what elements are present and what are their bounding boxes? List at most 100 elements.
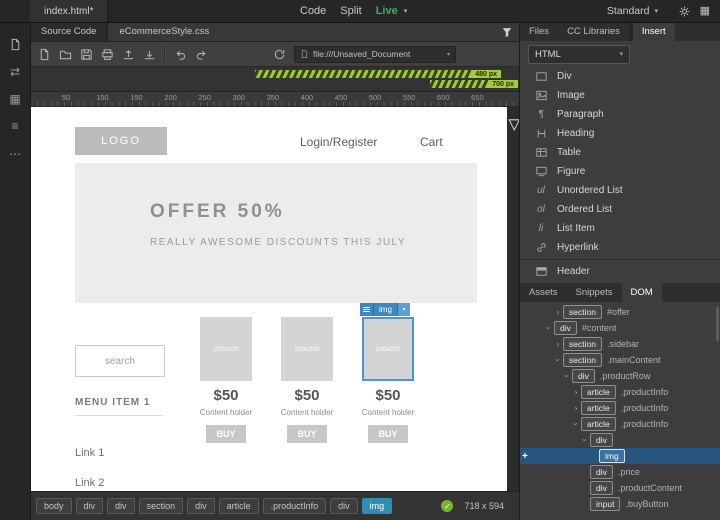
filter-icon[interactable] [501, 26, 513, 38]
disclosure-icon[interactable]: › [571, 387, 581, 397]
insert-item-paragraph[interactable]: ¶ Paragraph [520, 105, 720, 124]
tab-snippets[interactable]: Snippets [567, 283, 622, 302]
product-image-placeholder[interactable]: 200x200 [281, 317, 333, 381]
print-icon[interactable] [101, 48, 114, 61]
sidebar-link-2[interactable]: Link 2 [75, 477, 104, 489]
redo-icon[interactable] [195, 48, 208, 61]
dom-row[interactable]: › div [520, 432, 720, 448]
search-input[interactable]: search [75, 345, 165, 377]
chevron-down-icon[interactable]: ▾ [447, 51, 450, 58]
dom-row[interactable]: › section #offer [520, 304, 720, 320]
refresh-icon[interactable] [273, 48, 286, 61]
split-view-button[interactable]: Split [340, 5, 361, 17]
disclosure-icon[interactable]: › [544, 323, 554, 333]
insert-item-image[interactable]: Image [520, 86, 720, 105]
css-file-tab[interactable]: eCommerceStyle.css [108, 26, 220, 37]
open-folder-icon[interactable] [59, 48, 72, 61]
disclosure-icon[interactable]: › [580, 435, 590, 445]
dom-row[interactable]: › section .sidebar [520, 336, 720, 352]
dom-row[interactable]: div .price [520, 464, 720, 480]
tag-chip-selected[interactable]: img [361, 498, 393, 514]
menu-item[interactable]: MENU ITEM 1 [75, 397, 163, 416]
insert-category-dropdown[interactable]: HTML ▾ [528, 44, 630, 64]
insert-item-div[interactable]: Div [520, 67, 720, 86]
tag-chip[interactable]: article [218, 498, 259, 514]
media-query-480[interactable]: 480 px [255, 70, 501, 78]
workspace-switcher[interactable]: Standard ▾ [607, 0, 658, 22]
dom-row[interactable]: input .buyButton [520, 496, 720, 512]
tag-chip[interactable]: .productInfo [262, 498, 327, 514]
dom-row[interactable]: › article .productInfo [520, 400, 720, 416]
insert-item-heading[interactable]: Heading [520, 124, 720, 143]
login-register-link[interactable]: Login/Register [300, 135, 377, 149]
product-card[interactable]: 200x200 $50 Content holder BUY [281, 315, 333, 443]
grid-view-icon[interactable]: ▦ [9, 93, 20, 105]
add-element-icon[interactable]: + [522, 451, 528, 462]
tag-chip[interactable]: body [36, 498, 72, 514]
tab-insert[interactable]: Insert [632, 22, 675, 41]
tab-dom[interactable]: DOM [621, 283, 662, 302]
transfer-icon[interactable]: ⇄ [10, 66, 20, 78]
product-card[interactable]: 200x200 $50 Content holder BUY [200, 315, 252, 443]
hud-menu-icon[interactable] [360, 303, 373, 316]
code-view-button[interactable]: Code [300, 5, 326, 17]
dom-row[interactable]: › section .mainContent [520, 352, 720, 368]
disclosure-icon[interactable]: › [571, 403, 581, 413]
save-icon[interactable] [80, 48, 93, 61]
offer-section[interactable]: OFFER 50% REALLY AWESOME DISCOUNTS THIS … [75, 163, 477, 303]
insert-item-table[interactable]: Table [520, 143, 720, 162]
disclosure-icon[interactable]: › [571, 419, 581, 429]
product-image-placeholder[interactable]: 200x200 [200, 317, 252, 381]
product-image-placeholder-selected[interactable]: 200x200 [362, 317, 414, 381]
dom-row[interactable]: › article .productInfo [520, 384, 720, 400]
source-code-tab[interactable]: Source Code [30, 22, 109, 41]
address-bar[interactable]: file:///Unsaved_Document ▾ [294, 45, 456, 63]
tab-cc-libraries[interactable]: CC Libraries [558, 22, 629, 41]
tag-chip[interactable]: div [330, 498, 358, 514]
tab-assets[interactable]: Assets [520, 283, 567, 302]
sidebar-link-1[interactable]: Link 1 [75, 447, 104, 459]
more-tools-icon[interactable]: ⋯ [9, 147, 21, 161]
disclosure-icon[interactable]: › [553, 339, 563, 349]
undo-icon[interactable] [174, 48, 187, 61]
live-view-button[interactable]: Live [376, 5, 398, 17]
new-file-icon[interactable] [38, 48, 51, 61]
dom-row[interactable]: › div .productRow [520, 368, 720, 384]
upload-icon[interactable] [122, 48, 135, 61]
tag-chip[interactable]: div [75, 498, 104, 514]
insert-item-unordered-list[interactable]: ul Unordered List [520, 181, 720, 200]
insert-item-header[interactable]: Header [520, 262, 720, 281]
tag-chip[interactable]: div [187, 498, 215, 514]
insert-item-list-item[interactable]: li List Item [520, 219, 720, 238]
dom-row[interactable]: › div #content [520, 320, 720, 336]
dom-row[interactable]: div .productContent [520, 480, 720, 496]
disclosure-icon[interactable]: › [553, 355, 563, 365]
insert-item-ordered-list[interactable]: ol Ordered List [520, 200, 720, 219]
tag-chip[interactable]: section [138, 498, 184, 514]
insert-item-figure[interactable]: Figure [520, 162, 720, 181]
file-manage-icon[interactable] [9, 38, 22, 51]
product-card-selected[interactable]: img ▾ 200x200 $50 Content holder BUY [360, 303, 414, 443]
dom-row-selected[interactable]: + img [520, 448, 720, 464]
list-view-icon[interactable]: ≡ [11, 120, 18, 132]
chevron-down-icon[interactable]: ▾ [396, 303, 410, 316]
document-tab[interactable]: index.html* [30, 0, 109, 22]
download-icon[interactable] [143, 48, 156, 61]
page-logo[interactable]: LOGO [75, 127, 167, 155]
buy-button[interactable]: BUY [206, 425, 246, 443]
media-query-700[interactable]: 700 px [430, 80, 518, 88]
chevron-down-icon[interactable]: ▾ [404, 7, 408, 15]
insert-item-hyperlink[interactable]: Hyperlink [520, 238, 720, 257]
gear-icon[interactable] [678, 5, 691, 18]
viewport-size[interactable]: 718 x 594 [464, 501, 504, 511]
disclosure-icon[interactable]: › [562, 371, 572, 381]
dom-row[interactable]: › article .productInfo [520, 416, 720, 432]
buy-button[interactable]: BUY [287, 425, 327, 443]
disclosure-icon[interactable]: › [553, 307, 563, 317]
buy-button[interactable]: BUY [368, 425, 408, 443]
tag-chip[interactable]: div [107, 498, 135, 514]
scrollbar-thumb[interactable] [716, 307, 719, 341]
panel-layout-icon[interactable]: ▦ [700, 5, 710, 17]
tab-files[interactable]: Files [520, 22, 558, 41]
cart-link[interactable]: Cart [420, 135, 443, 149]
